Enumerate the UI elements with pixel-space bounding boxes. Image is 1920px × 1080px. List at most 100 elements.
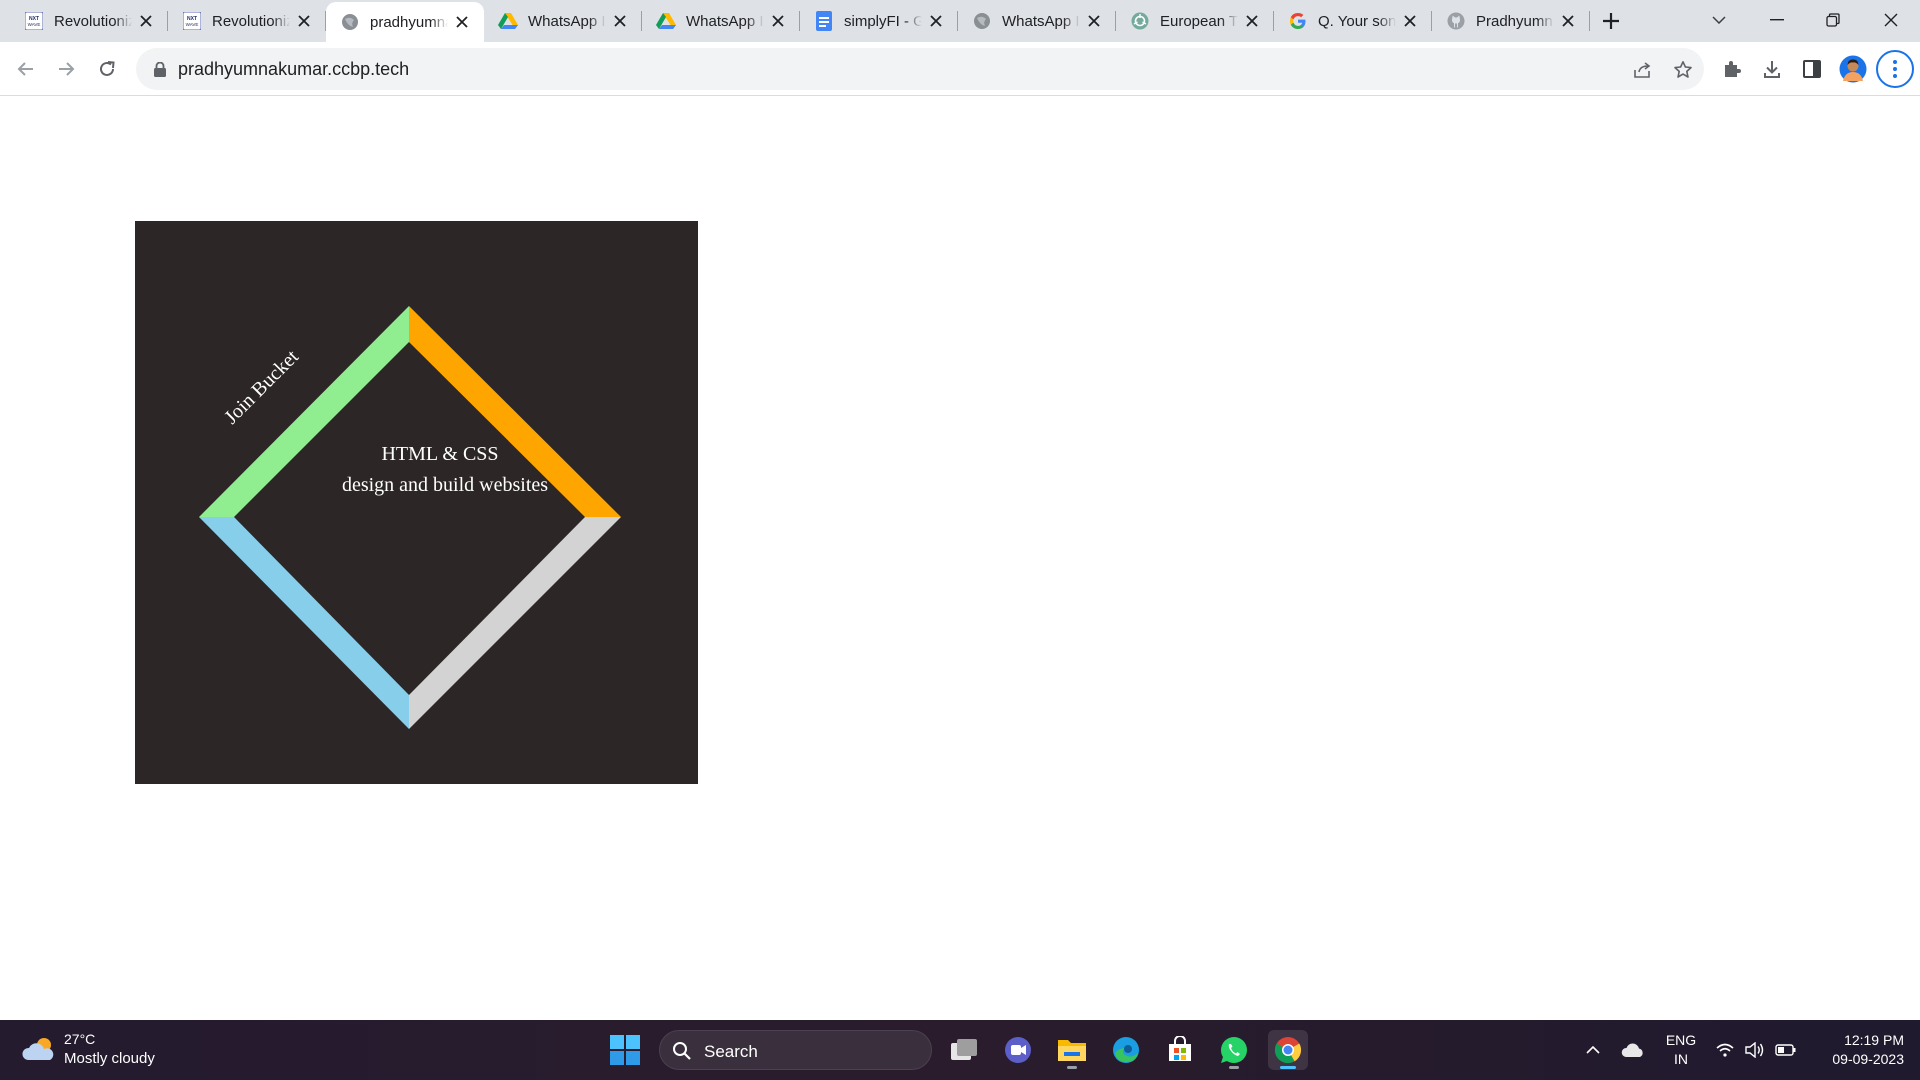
svg-text:WAVE: WAVE bbox=[186, 22, 199, 27]
diamond-edge-bottom-right bbox=[409, 517, 621, 729]
profile-avatar[interactable] bbox=[1837, 53, 1869, 85]
volume-button[interactable] bbox=[1743, 1030, 1767, 1070]
tab-2[interactable]: NXTWAVE Revolutionizing bbox=[168, 0, 326, 42]
tab-title: Q. Your son bbox=[1318, 12, 1396, 30]
language-code: ENG bbox=[1665, 1032, 1697, 1048]
minimize-button[interactable] bbox=[1750, 0, 1804, 40]
bookmark-star-icon[interactable] bbox=[1670, 57, 1696, 83]
avatar-icon bbox=[1839, 55, 1867, 83]
whatsapp-button[interactable] bbox=[1214, 1030, 1254, 1070]
lock-icon[interactable] bbox=[150, 59, 170, 79]
tab-title: WhatsApp Image bbox=[1002, 12, 1080, 30]
wifi-button[interactable] bbox=[1713, 1030, 1737, 1070]
chevron-up-icon bbox=[1586, 1046, 1600, 1054]
restore-button[interactable] bbox=[1806, 0, 1860, 40]
nxtwave-icon: NXT WAVE bbox=[24, 11, 44, 31]
share-icon[interactable] bbox=[1630, 57, 1656, 83]
teams-chat-icon bbox=[1005, 1037, 1031, 1063]
onedrive-button[interactable] bbox=[1618, 1030, 1648, 1070]
forward-button[interactable] bbox=[50, 53, 82, 85]
tab-1[interactable]: NXTWAVE Revolutionizing bbox=[10, 0, 168, 42]
address-bar[interactable]: pradhyumnakumar.ccbp.tech bbox=[136, 48, 1704, 90]
tab-title: WhatsApp Image bbox=[686, 12, 764, 30]
time-text: 12:19 PM bbox=[1844, 1032, 1904, 1048]
close-icon[interactable] bbox=[452, 12, 472, 32]
show-hidden-icons-button[interactable] bbox=[1578, 1030, 1608, 1070]
battery-icon bbox=[1775, 1044, 1796, 1056]
browser-toolbar: pradhyumnakumar.ccbp.tech bbox=[0, 42, 1920, 96]
weather-condition-text: Mostly cloudy bbox=[64, 1050, 155, 1067]
onedrive-cloud-icon bbox=[1621, 1043, 1643, 1057]
card-subtitle: design and build websites bbox=[341, 474, 549, 496]
tab-title: Pradhyumna bbox=[1476, 12, 1554, 30]
close-icon bbox=[1884, 13, 1898, 27]
tab-6[interactable]: simplyFI - Google bbox=[800, 0, 958, 42]
restore-icon bbox=[1826, 13, 1840, 27]
close-icon[interactable] bbox=[1400, 11, 1420, 31]
windows-logo-icon bbox=[610, 1035, 640, 1065]
tab-3-active[interactable]: pradhyumnakumar bbox=[326, 2, 484, 42]
google-icon bbox=[1288, 11, 1308, 31]
task-view-icon bbox=[951, 1039, 977, 1060]
close-window-button[interactable] bbox=[1864, 0, 1918, 40]
new-tab-button[interactable] bbox=[1596, 6, 1626, 36]
search-label: Search bbox=[704, 1042, 758, 1061]
tab-title: WhatsApp Image bbox=[528, 12, 606, 30]
close-icon[interactable] bbox=[1084, 11, 1104, 31]
close-icon[interactable] bbox=[294, 11, 314, 31]
microsoft-store-icon bbox=[1169, 1036, 1191, 1061]
task-view-button[interactable] bbox=[944, 1030, 984, 1070]
region-code: IN bbox=[1674, 1051, 1688, 1067]
reload-icon bbox=[100, 61, 115, 76]
close-icon[interactable] bbox=[136, 11, 156, 31]
teams-chat-button[interactable] bbox=[998, 1030, 1038, 1070]
svg-text:WAVE: WAVE bbox=[28, 22, 41, 27]
tab-9[interactable]: Q. Your son bbox=[1274, 0, 1432, 42]
clock[interactable]: 12:19 PM 09-09-2023 bbox=[1808, 1031, 1904, 1069]
logo-card: Join Bucket HTML & CSS design and build … bbox=[135, 221, 698, 784]
taskbar-search[interactable]: Search bbox=[659, 1030, 932, 1070]
diamond-logo bbox=[199, 306, 621, 729]
edge-button[interactable] bbox=[1106, 1030, 1146, 1070]
back-arrow-icon bbox=[17, 62, 33, 76]
close-icon[interactable] bbox=[1242, 11, 1262, 31]
forward-arrow-icon bbox=[59, 62, 75, 76]
globe-icon bbox=[340, 12, 360, 32]
language-indicator[interactable]: ENG IN bbox=[1661, 1031, 1701, 1069]
file-explorer-button[interactable] bbox=[1052, 1030, 1092, 1070]
close-icon[interactable] bbox=[1558, 11, 1578, 31]
extensions-button[interactable] bbox=[1716, 53, 1748, 85]
diamond-edge-bottom-left bbox=[199, 517, 409, 729]
downloads-button[interactable] bbox=[1756, 53, 1788, 85]
url-text[interactable]: pradhyumnakumar.ccbp.tech bbox=[178, 59, 409, 79]
google-drive-icon bbox=[498, 11, 518, 31]
chrome-menu-button[interactable] bbox=[1876, 50, 1914, 88]
close-icon[interactable] bbox=[610, 11, 630, 31]
close-icon[interactable] bbox=[926, 11, 946, 31]
chrome-button[interactable] bbox=[1268, 1030, 1308, 1070]
close-icon[interactable] bbox=[768, 11, 788, 31]
start-button[interactable] bbox=[610, 1035, 640, 1065]
microsoft-store-button[interactable] bbox=[1160, 1030, 1200, 1070]
tab-8[interactable]: European Travel bbox=[1116, 0, 1274, 42]
edge-icon bbox=[1113, 1037, 1139, 1063]
reload-button[interactable] bbox=[91, 53, 123, 85]
tab-4[interactable]: WhatsApp Image bbox=[484, 0, 642, 42]
side-panel-icon bbox=[1803, 60, 1821, 78]
battery-button[interactable] bbox=[1773, 1030, 1799, 1070]
tab-7[interactable]: WhatsApp Image bbox=[958, 0, 1116, 42]
tab-10[interactable]: Pradhyumna bbox=[1432, 0, 1590, 42]
tab-search-button[interactable] bbox=[1692, 0, 1746, 40]
cloudy-weather-icon bbox=[22, 1038, 54, 1060]
minimize-icon bbox=[1770, 19, 1784, 21]
tab-5[interactable]: WhatsApp Image bbox=[642, 0, 800, 42]
temperature-text: 27°C bbox=[64, 1031, 96, 1047]
tab-strip: NXTWAVE Revolutionizing NXTWAVE Revoluti… bbox=[0, 0, 1920, 42]
back-button[interactable] bbox=[10, 53, 42, 85]
tab-title: European Travel bbox=[1160, 12, 1238, 30]
web-page: Join Bucket HTML & CSS design and build … bbox=[0, 96, 1920, 1020]
weather-widget[interactable]: 27°C Mostly cloudy bbox=[20, 1028, 180, 1072]
side-panel-button[interactable] bbox=[1796, 53, 1828, 85]
tab-title: pradhyumnakumar bbox=[370, 13, 448, 31]
globe-icon bbox=[972, 11, 992, 31]
